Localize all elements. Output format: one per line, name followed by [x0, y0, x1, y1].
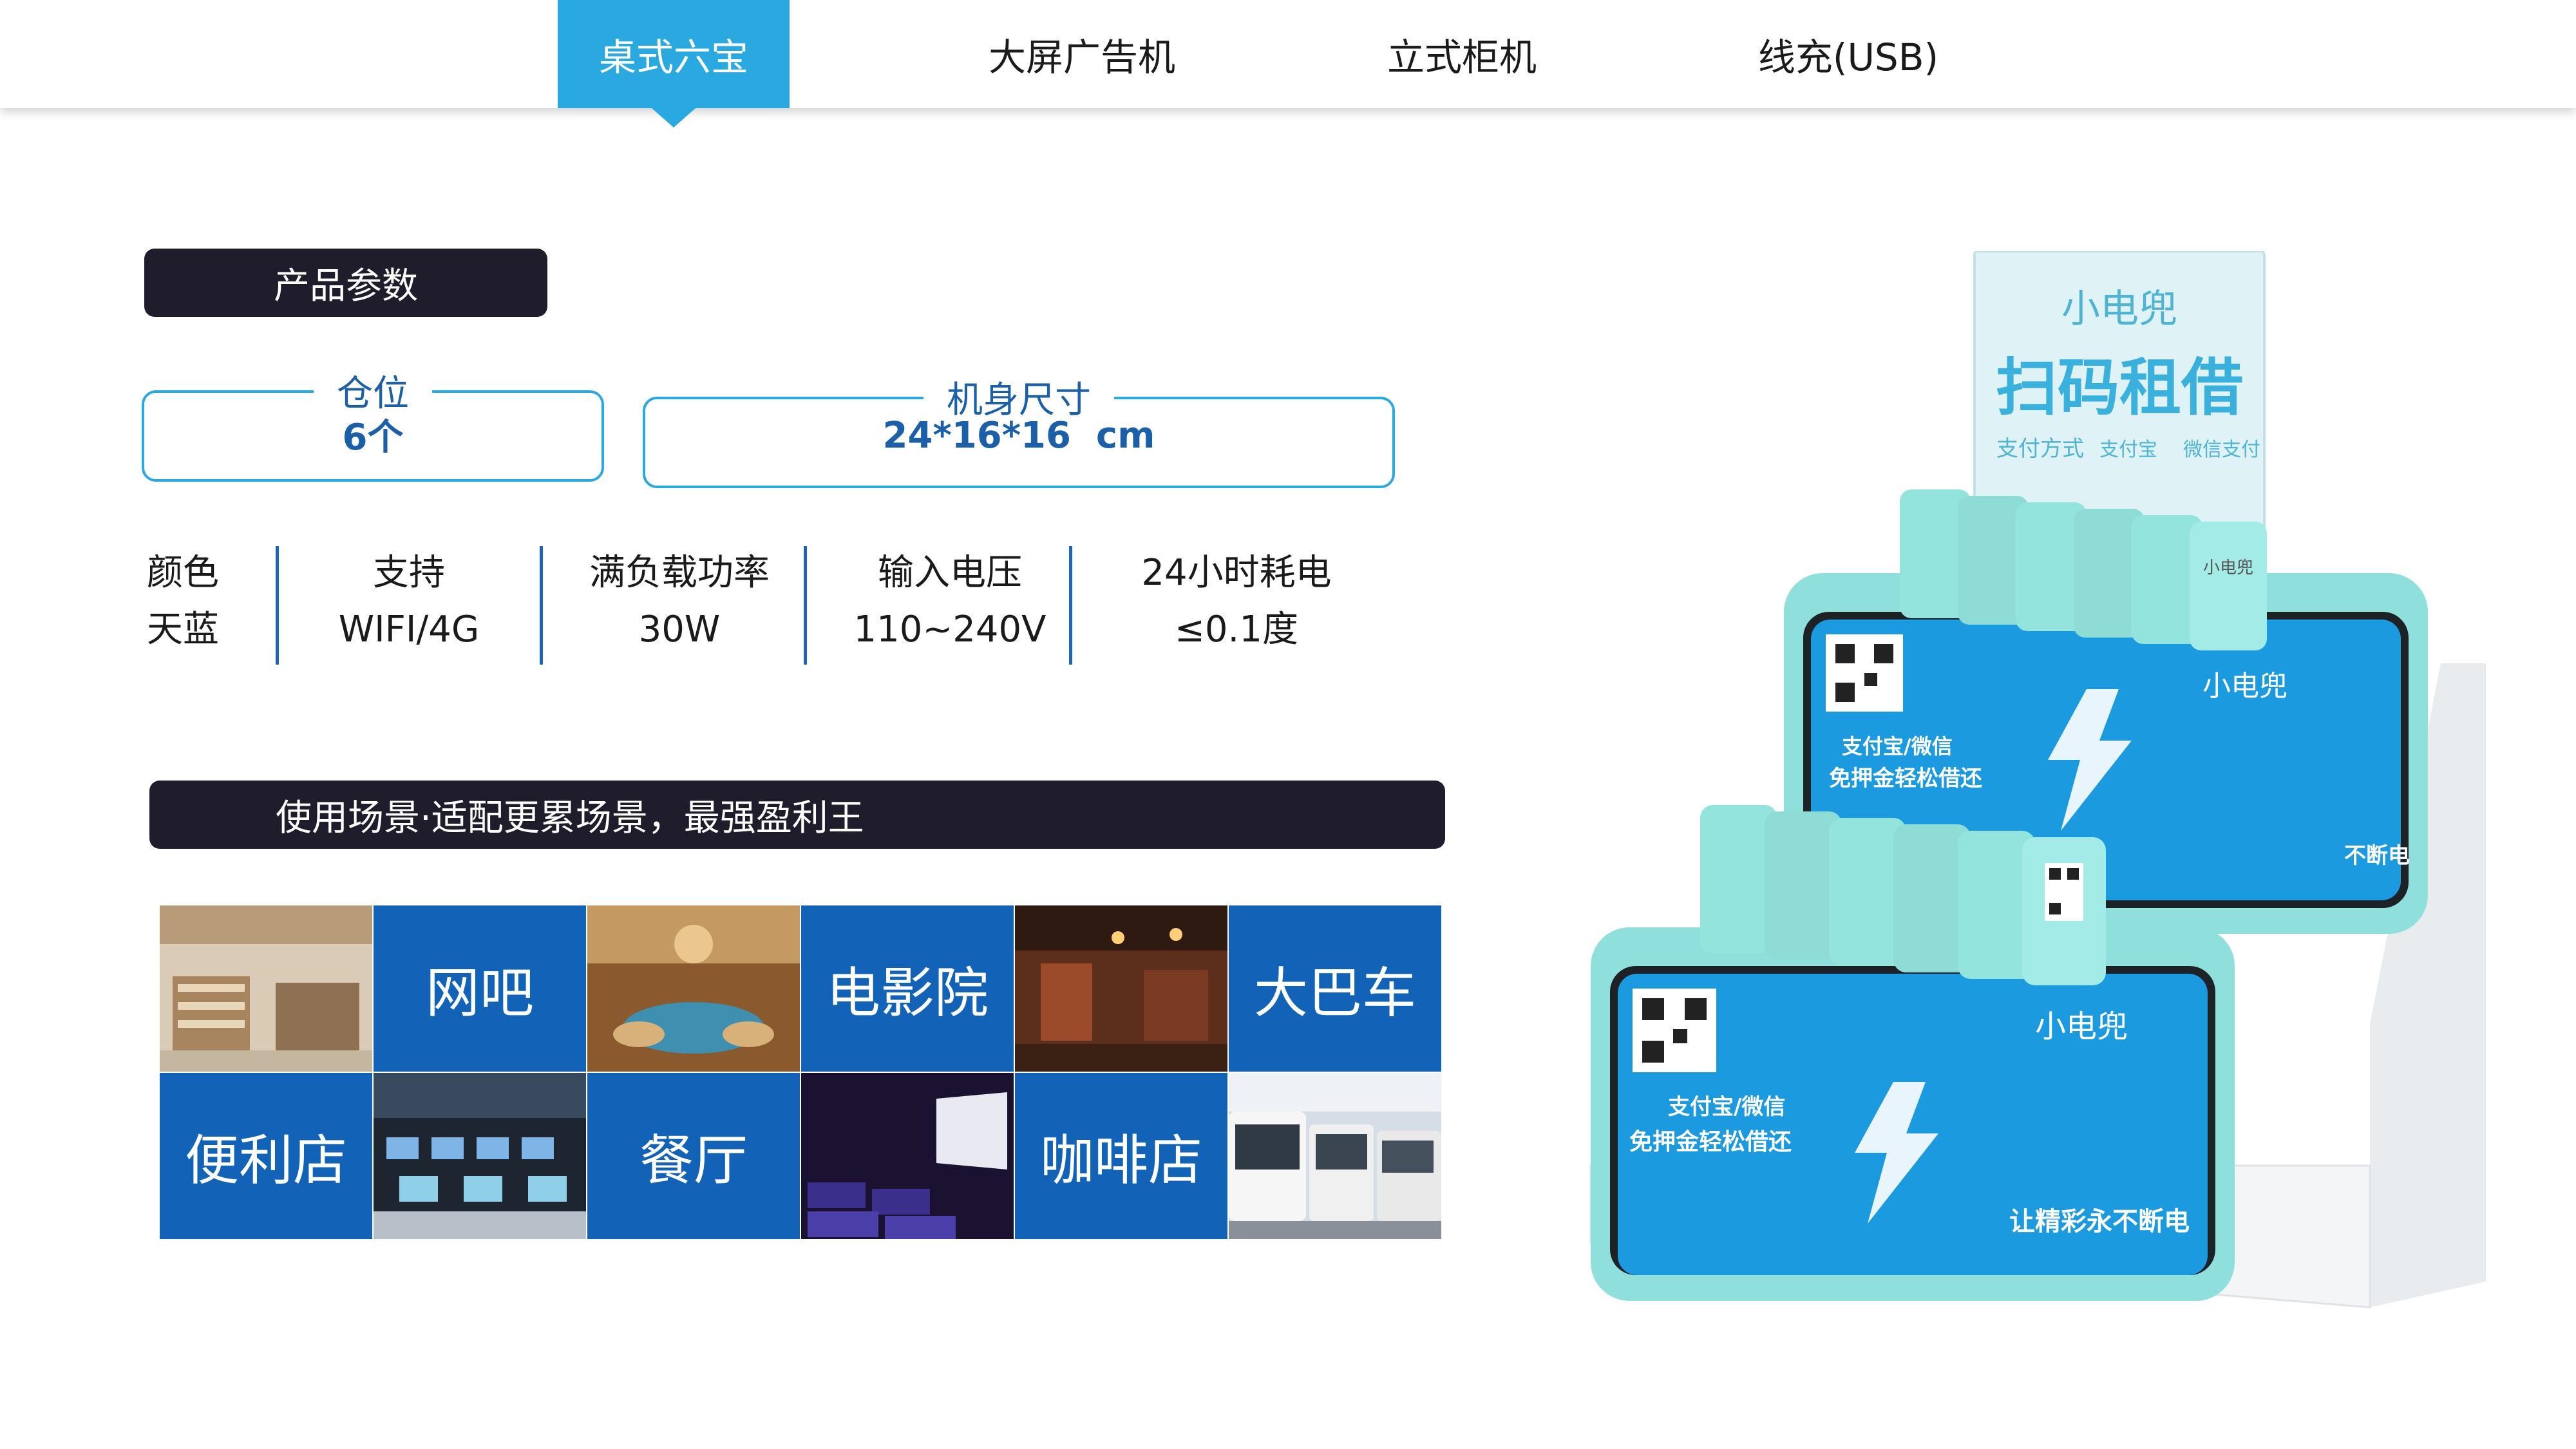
scene-photo-cinema — [801, 1073, 1014, 1239]
spec-divider — [804, 546, 807, 665]
scene-label-cafe: 咖啡店 — [1015, 1073, 1227, 1239]
screen-deposit-text: 免押金轻松借还 — [1829, 766, 1983, 791]
slots-value: 6个 — [342, 417, 404, 459]
spec-power-label: 满负载功率 — [589, 552, 770, 594]
screen-slogan-partial: 不断电 — [2344, 843, 2410, 869]
spec-voltage-label: 输入电压 — [878, 552, 1022, 594]
scene-label-bus: 大巴车 — [1229, 905, 1441, 1072]
screen-brand: 小电兜 — [2202, 670, 2287, 703]
params-header-text: 产品参数 — [274, 265, 418, 307]
spec-network-value: WIFI/4G — [338, 609, 480, 650]
spec-consumption: 24小时耗电 ≤0.1度 — [1095, 549, 1378, 663]
sign-pay-alipay: 支付宝 — [2099, 439, 2157, 461]
spec-network: 支持 WIFI/4G — [296, 549, 522, 663]
spec-color: 颜色 天蓝 — [147, 549, 243, 663]
screen-pay-text: 支付宝/微信 — [1842, 734, 1953, 759]
tab-desk-six[interactable]: 桌式六宝 — [558, 0, 790, 128]
spec-power: 满负载功率 30W — [554, 549, 805, 663]
scene-grid: 网吧 电影院 大巴车 便利店 餐厅 咖啡店 — [160, 905, 1441, 1239]
sign-brand: 小电兜 — [2061, 287, 2177, 332]
slots-box: 仓位 6个 — [142, 365, 604, 482]
screen-slogan: 让精彩永不断电 — [2009, 1207, 2190, 1236]
scenes-header-text: 使用场景·适配更累场景，最强盈利王 — [276, 797, 864, 839]
sign-payment-label: 支付方式 — [1996, 436, 2084, 462]
spec-consumption-label: 24小时耗电 — [1141, 552, 1332, 594]
spec-divider — [276, 546, 279, 665]
tab-standing-cabinet[interactable]: 立式柜机 — [1346, 0, 1578, 108]
scene-photo-bus — [1229, 1073, 1441, 1239]
spec-color-value: 天蓝 — [147, 609, 219, 650]
product-image: 小电兜 扫码租借 支付方式 支付宝 微信支付 小电兜 支付宝/微信 免押金轻松借… — [1589, 251, 2486, 1309]
spec-voltage: 输入电压 110~240V — [818, 549, 1082, 663]
scene-photo-cafe — [1015, 905, 1227, 1072]
spec-network-label: 支持 — [373, 552, 445, 594]
size-box: 机身尺寸 24*16*16 cm — [643, 371, 1395, 488]
scene-label-cinema: 电影院 — [801, 905, 1014, 1072]
sign-title: 扫码租借 — [1996, 352, 2243, 424]
size-value: 24*16*16 cm — [882, 415, 1155, 457]
tab-usb-cable[interactable]: 线充(USB) — [1732, 0, 1964, 108]
screen-pay-text: 支付宝/微信 — [1668, 1094, 1785, 1120]
scene-photo-restaurant — [587, 905, 800, 1072]
scene-photo-internet-cafe — [374, 1073, 586, 1239]
scene-label-convenience-store: 便利店 — [160, 1073, 372, 1239]
spec-power-value: 30W — [638, 609, 721, 650]
tab-large-screen[interactable]: 大屏广告机 — [953, 0, 1211, 108]
spec-consumption-value: ≤0.1度 — [1175, 609, 1298, 650]
spec-divider — [540, 546, 543, 665]
spec-color-label: 颜色 — [147, 552, 219, 594]
scene-label-internet-cafe: 网吧 — [374, 905, 586, 1072]
scenes-header: 使用场景·适配更累场景，最强盈利王 — [149, 781, 1445, 849]
sign-pay-wechat: 微信支付 — [2183, 439, 2260, 461]
spec-voltage-value: 110~240V — [853, 609, 1046, 650]
powerbank-brand: 小电兜 — [2203, 558, 2253, 578]
screen-deposit-text: 免押金轻松借还 — [1629, 1128, 1792, 1155]
scene-label-restaurant: 餐厅 — [587, 1073, 800, 1239]
scene-photo-convenience-store — [160, 905, 372, 1072]
params-header: 产品参数 — [144, 249, 547, 317]
top-nav: 桌式六宝 大屏广告机 立式柜机 线充(USB) — [0, 0, 2576, 128]
screen-brand: 小电兜 — [2035, 1009, 2128, 1045]
spec-divider — [1069, 546, 1072, 665]
